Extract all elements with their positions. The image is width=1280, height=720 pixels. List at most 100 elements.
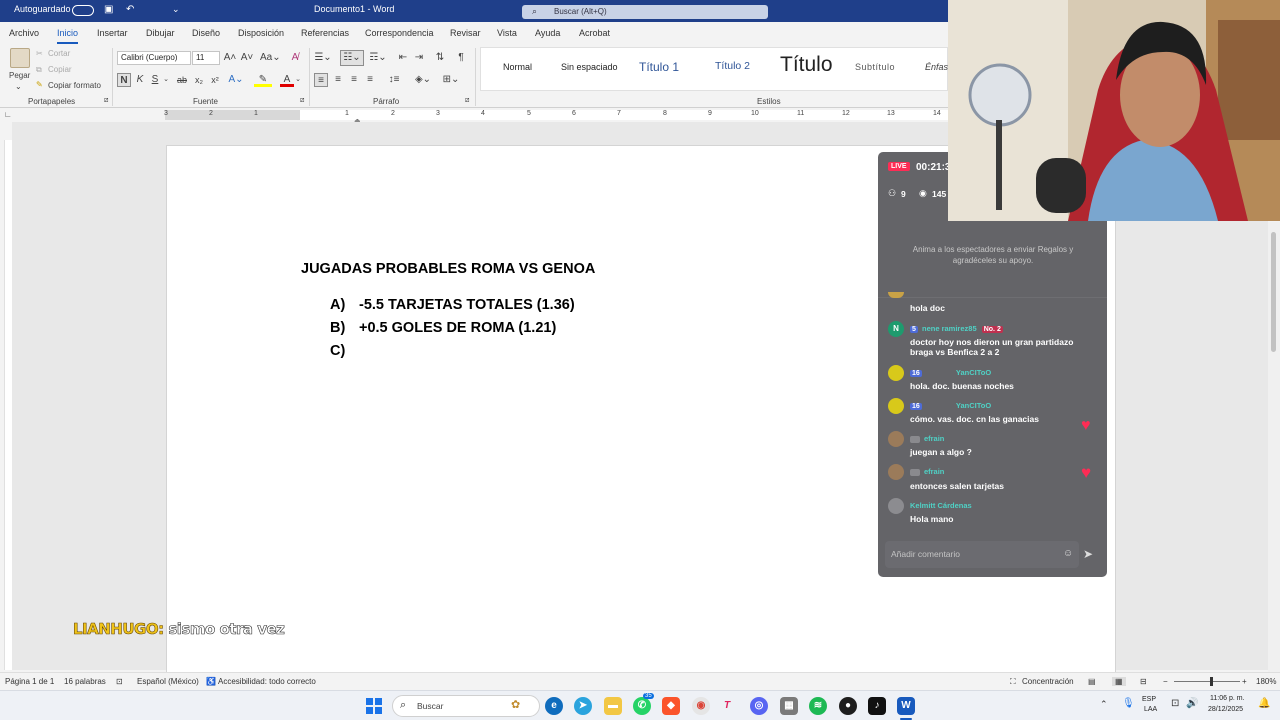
- tab-referencias[interactable]: Referencias: [301, 28, 349, 38]
- input-language-top[interactable]: ESP: [1142, 696, 1156, 703]
- style-emphasis[interactable]: Énfas: [925, 62, 948, 72]
- whatsapp-icon[interactable]: ✆: [633, 697, 651, 715]
- read-mode-icon[interactable]: ▤: [1088, 677, 1096, 686]
- style-normal[interactable]: Normal: [503, 62, 532, 72]
- list-item-text[interactable]: +0.5 GOLES DE ROMA (1.21): [359, 320, 556, 336]
- comment-author[interactable]: 5 nene ramirez85 No. 2: [910, 324, 1005, 333]
- file-explorer-icon[interactable]: ▬: [604, 697, 622, 715]
- send-icon[interactable]: ➤: [1083, 547, 1093, 561]
- highlight-icon[interactable]: ✎: [254, 73, 272, 87]
- comment-author[interactable]: 16 YanCIToO: [910, 368, 991, 377]
- discord-icon[interactable]: ◎: [750, 697, 768, 715]
- zoom-in-icon[interactable]: +: [1242, 677, 1247, 686]
- text-app-icon[interactable]: T: [718, 697, 736, 715]
- microphone-icon[interactable]: 🎙: [1122, 698, 1135, 709]
- sort-icon[interactable]: ⇅: [433, 51, 447, 65]
- paste-dropdown-icon[interactable]: ⌄: [15, 82, 22, 91]
- change-case-icon[interactable]: Aa⌄: [260, 51, 281, 65]
- copy-icon[interactable]: ⧉: [36, 65, 42, 75]
- increase-indent-icon[interactable]: ⇥: [412, 51, 426, 65]
- document-heading[interactable]: JUGADAS PROBABLES ROMA VS GENOA: [301, 261, 595, 277]
- zoom-slider-thumb[interactable]: [1210, 677, 1213, 686]
- font-name-select[interactable]: Calibri (Cuerpo): [117, 51, 191, 65]
- paste-button[interactable]: Pegar: [9, 71, 30, 80]
- show-marks-icon[interactable]: ¶: [454, 51, 468, 65]
- paragraph-launcher-icon[interactable]: ⧄: [465, 97, 469, 105]
- borders-icon[interactable]: ⊞⌄: [440, 73, 462, 87]
- cut-button[interactable]: Cortar: [48, 49, 70, 58]
- style-heading1[interactable]: Título 1: [639, 60, 679, 74]
- align-left-icon[interactable]: ≡: [314, 73, 328, 87]
- tab-selector-icon[interactable]: ∟: [4, 110, 12, 119]
- comment-author[interactable]: efrain: [910, 434, 944, 443]
- network-icon[interactable]: ⊡: [1171, 698, 1179, 709]
- tiktok-icon[interactable]: ♪: [868, 697, 886, 715]
- format-painter-button[interactable]: Copiar formato: [48, 81, 101, 90]
- page-count[interactable]: Página 1 de 1: [5, 677, 54, 686]
- font-color-icon[interactable]: A: [280, 73, 294, 87]
- tab-disposicion[interactable]: Disposición: [238, 28, 284, 38]
- comment-input[interactable]: Añadir comentario ☺: [885, 541, 1079, 568]
- multilevel-list-icon[interactable]: ☶⌄: [368, 51, 388, 65]
- comment-author[interactable]: efrain: [910, 467, 944, 476]
- brave-icon[interactable]: ◆: [662, 697, 680, 715]
- spotify-icon[interactable]: ≋: [809, 697, 827, 715]
- chrome-icon[interactable]: ◉: [692, 697, 710, 715]
- obs-icon[interactable]: ●: [839, 697, 857, 715]
- copy-button[interactable]: Copiar: [48, 65, 72, 74]
- tab-revisar[interactable]: Revisar: [450, 28, 481, 38]
- clock-date[interactable]: 28/12/2025: [1208, 706, 1243, 713]
- language-status[interactable]: Español (México): [137, 677, 199, 686]
- edge-icon[interactable]: e: [545, 697, 563, 715]
- comment-author[interactable]: 16 YanCIToO: [910, 401, 991, 410]
- shrink-font-icon[interactable]: A˅: [240, 51, 254, 65]
- font-launcher-icon[interactable]: ⧄: [300, 97, 304, 105]
- line-spacing-icon[interactable]: ↕≡: [384, 73, 404, 87]
- undo-icon[interactable]: ↶: [126, 4, 134, 15]
- bullets-icon[interactable]: ☰⌄: [314, 51, 332, 65]
- telegram-icon[interactable]: ➤: [574, 697, 592, 715]
- print-layout-icon[interactable]: ▦: [1112, 677, 1126, 686]
- tray-chevron-icon[interactable]: ⌃: [1100, 699, 1108, 710]
- avatar[interactable]: [888, 498, 904, 514]
- style-no-spacing[interactable]: Sin espaciado: [561, 62, 618, 72]
- font-size-select[interactable]: 11: [192, 51, 220, 65]
- save-icon[interactable]: ▣: [104, 4, 113, 15]
- calculator-icon[interactable]: ▦: [780, 697, 798, 715]
- bold-button[interactable]: N: [117, 73, 131, 87]
- word-icon[interactable]: W: [897, 697, 915, 715]
- cut-icon[interactable]: ✂: [36, 49, 43, 58]
- zoom-level[interactable]: 180%: [1256, 677, 1276, 686]
- tab-inicio[interactable]: Inicio: [57, 28, 79, 44]
- proofing-icon[interactable]: ⊡: [116, 677, 123, 686]
- avatar[interactable]: N: [888, 321, 904, 337]
- tab-correspondencia[interactable]: Correspondencia: [365, 28, 434, 38]
- horizontal-ruler[interactable]: ∟ 3 2 1 ⏏ 1 2 3 4 5 6 7 8 9 10 11 12 13 …: [0, 108, 948, 125]
- clear-format-icon[interactable]: A̸: [288, 51, 302, 65]
- decrease-indent-icon[interactable]: ⇤: [396, 51, 410, 65]
- align-center-icon[interactable]: ≡: [331, 73, 345, 87]
- italic-button[interactable]: K: [134, 73, 146, 87]
- volume-icon[interactable]: 🔊: [1186, 698, 1198, 709]
- paste-icon[interactable]: [10, 48, 30, 68]
- zoom-out-icon[interactable]: −: [1163, 677, 1168, 686]
- web-layout-icon[interactable]: ⊟: [1140, 677, 1147, 686]
- author-name[interactable]: Kelmitt Cárdenas: [910, 501, 972, 510]
- tab-acrobat[interactable]: Acrobat: [579, 28, 610, 38]
- underline-button[interactable]: S: [149, 73, 161, 87]
- subscript-icon[interactable]: x₂: [193, 73, 205, 87]
- tab-dibujar[interactable]: Dibujar: [146, 28, 175, 38]
- justify-icon[interactable]: ≡: [363, 73, 377, 87]
- superscript-icon[interactable]: x²: [209, 73, 221, 87]
- list-item-text[interactable]: -5.5 TARJETAS TOTALES (1.36): [359, 297, 575, 313]
- taskbar-search[interactable]: ⌕ Buscar ✿: [392, 695, 540, 717]
- autosave-toggle[interactable]: [72, 5, 94, 16]
- input-language-bottom[interactable]: LAA: [1144, 706, 1157, 713]
- tab-diseno[interactable]: Diseño: [192, 28, 220, 38]
- vertical-scrollbar[interactable]: [1268, 222, 1280, 672]
- format-painter-icon[interactable]: ✎: [36, 80, 43, 89]
- notification-icon[interactable]: 🔔: [1258, 698, 1270, 709]
- numbering-icon[interactable]: ☷⌄: [340, 50, 364, 66]
- zoom-slider[interactable]: [1174, 681, 1240, 682]
- clipboard-launcher-icon[interactable]: ⧄: [104, 97, 108, 105]
